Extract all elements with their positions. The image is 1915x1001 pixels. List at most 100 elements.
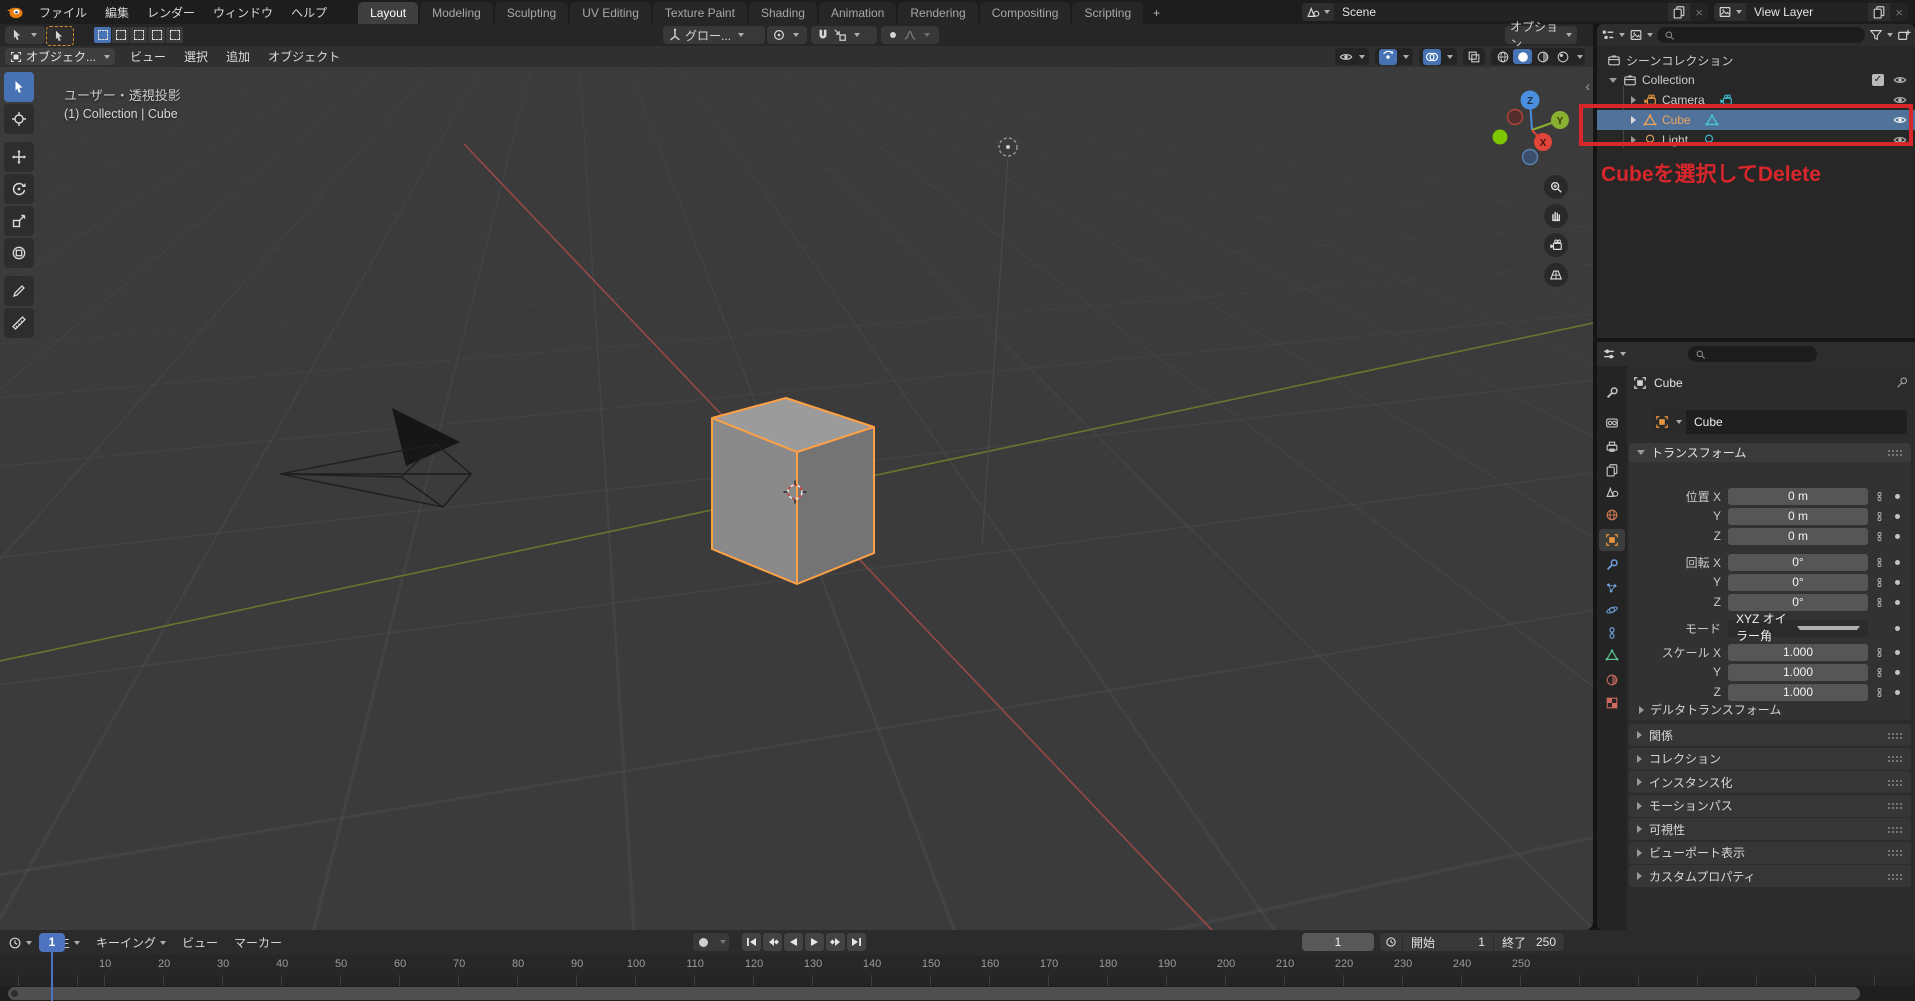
pin-icon[interactable]: [1895, 376, 1909, 390]
options-dropdown[interactable]: オプション: [1505, 20, 1577, 51]
view-layer-selector[interactable]: View Layer ×: [1714, 3, 1908, 21]
animate-dot[interactable]: [1895, 669, 1900, 675]
loc-z-field[interactable]: 0 m: [1728, 527, 1868, 545]
shading-dropdown[interactable]: [1577, 54, 1583, 59]
menu-file[interactable]: ファイル: [30, 4, 96, 21]
menu-help[interactable]: ヘルプ: [282, 4, 336, 21]
object-visibility-dropdown[interactable]: [1335, 48, 1369, 65]
xray-toggle[interactable]: [1463, 48, 1485, 65]
select-mode-set[interactable]: [94, 27, 111, 43]
next-keyframe-button[interactable]: [826, 933, 845, 951]
tab-constraints[interactable]: [1599, 622, 1625, 644]
panel-drag-dots[interactable]: [1887, 449, 1903, 456]
object-name-value[interactable]: Cube: [1686, 415, 1731, 429]
animate-dot[interactable]: [1895, 689, 1900, 695]
lock-icon[interactable]: [1874, 647, 1885, 658]
outliner-display-mode-dropdown[interactable]: [1629, 28, 1653, 42]
object-name-icon[interactable]: [1651, 410, 1686, 434]
animate-dot[interactable]: [1895, 533, 1900, 539]
camera-object[interactable]: [279, 408, 472, 508]
playhead[interactable]: 1: [39, 933, 65, 952]
shading-wireframe-button[interactable]: [1493, 49, 1512, 64]
shading-solid-button[interactable]: [1513, 49, 1532, 64]
new-view-layer-button[interactable]: [1868, 3, 1891, 21]
collection-visibility-eye-icon[interactable]: [1893, 73, 1907, 87]
viewport-menu-view[interactable]: ビュー: [121, 48, 175, 65]
tab-modifiers[interactable]: [1599, 554, 1625, 576]
tab-world[interactable]: [1599, 504, 1625, 526]
tab-compositing[interactable]: Compositing: [979, 2, 1071, 24]
overlays-dropdown[interactable]: [1447, 54, 1453, 59]
section-collections[interactable]: コレクション: [1629, 747, 1911, 770]
tab-shading[interactable]: Shading: [748, 2, 817, 24]
tab-physics[interactable]: [1599, 599, 1625, 621]
select-mode-extend[interactable]: [112, 27, 129, 43]
gizmos-dropdown[interactable]: [1403, 54, 1409, 59]
loc-x-field[interactable]: 0 m: [1728, 487, 1868, 505]
menu-edit[interactable]: 編集: [96, 4, 138, 21]
transform-collapse-arrow[interactable]: [1637, 450, 1645, 455]
tab-render[interactable]: [1599, 412, 1625, 434]
rotation-mode-dropdown[interactable]: XYZ オイラー角: [1728, 612, 1868, 643]
outliner-search-input[interactable]: [1657, 27, 1865, 43]
blender-logo-icon[interactable]: [6, 3, 24, 21]
menu-window[interactable]: ウィンドウ: [204, 4, 282, 21]
tab-animation[interactable]: Animation: [818, 2, 897, 24]
tool-rotate[interactable]: [4, 174, 34, 204]
scale-y-field[interactable]: 1.000: [1728, 663, 1868, 681]
unlink-scene-button[interactable]: ×: [1690, 5, 1708, 20]
navigation-gizmo[interactable]: Z Y X: [1492, 90, 1570, 166]
select-mode-intersect[interactable]: [166, 27, 183, 43]
transform-panel-header[interactable]: トランスフォーム: [1629, 443, 1911, 462]
active-tool-dropdown[interactable]: [5, 26, 45, 44]
tool-measure[interactable]: [4, 308, 34, 338]
timeline-editor-type-dropdown[interactable]: [8, 936, 32, 950]
timeline-scrollbar-track[interactable]: [0, 986, 1915, 1001]
tool-transform[interactable]: [4, 238, 34, 268]
tool-annotate[interactable]: [4, 276, 34, 306]
shading-material-button[interactable]: [1533, 49, 1552, 64]
jump-to-end-button[interactable]: [847, 933, 866, 951]
viewport-menu-add[interactable]: 追加: [217, 48, 259, 65]
section-motion-paths[interactable]: モーションパス: [1629, 794, 1911, 817]
current-frame-field[interactable]: 1: [1302, 933, 1374, 951]
shading-rendered-button[interactable]: [1553, 49, 1572, 64]
new-scene-button[interactable]: [1668, 3, 1691, 21]
editor-type-dropdown[interactable]: [1601, 28, 1625, 42]
light-object[interactable]: [998, 137, 1018, 157]
section-relations[interactable]: 関係: [1629, 724, 1911, 746]
tab-object[interactable]: [1599, 529, 1625, 551]
magnet-icon[interactable]: [816, 28, 830, 42]
tab-material[interactable]: [1599, 669, 1625, 691]
select-mode-invert[interactable]: [148, 27, 165, 43]
scale-x-field[interactable]: 1.000: [1728, 643, 1868, 661]
properties-search-input[interactable]: [1688, 346, 1817, 362]
tab-output[interactable]: [1599, 436, 1625, 458]
tab-view-layer[interactable]: [1599, 459, 1625, 481]
tool-select-box[interactable]: [4, 72, 34, 102]
section-visibility[interactable]: 可視性: [1629, 818, 1911, 840]
lock-icon[interactable]: [1874, 577, 1885, 588]
loc-y-field[interactable]: 0 m: [1728, 507, 1868, 525]
rot-z-field[interactable]: 0°: [1728, 593, 1868, 611]
timeline-scrollbar-handle[interactable]: [8, 987, 1860, 1000]
animate-dot[interactable]: [1895, 599, 1900, 605]
camera-view-button[interactable]: [1544, 233, 1568, 257]
lock-icon[interactable]: [1874, 687, 1885, 698]
cube-object[interactable]: [711, 397, 875, 585]
tab-scripting[interactable]: Scripting: [1072, 2, 1144, 24]
zoom-button[interactable]: [1544, 175, 1568, 199]
previous-keyframe-button[interactable]: [763, 933, 782, 951]
show-overlays-toggle[interactable]: [1423, 48, 1441, 65]
timeline-ruler[interactable]: 10 20 30 40 50 60 70 80 90 100 110 120 130 140 150 160 1…: [0, 955, 1915, 975]
keying-menu[interactable]: キーイング: [88, 934, 174, 951]
tab-tool[interactable]: [1599, 382, 1625, 404]
play-reverse-button[interactable]: [784, 933, 803, 951]
scene-selector[interactable]: Scene ×: [1302, 3, 1708, 21]
animate-dot[interactable]: [1895, 493, 1900, 499]
active-tool-preview[interactable]: [46, 26, 74, 46]
delta-expand-arrow[interactable]: [1639, 705, 1644, 714]
jump-to-start-button[interactable]: [742, 933, 761, 951]
viewport-menu-select[interactable]: 選択: [175, 48, 217, 65]
tab-uv-editing[interactable]: UV Editing: [570, 2, 651, 24]
